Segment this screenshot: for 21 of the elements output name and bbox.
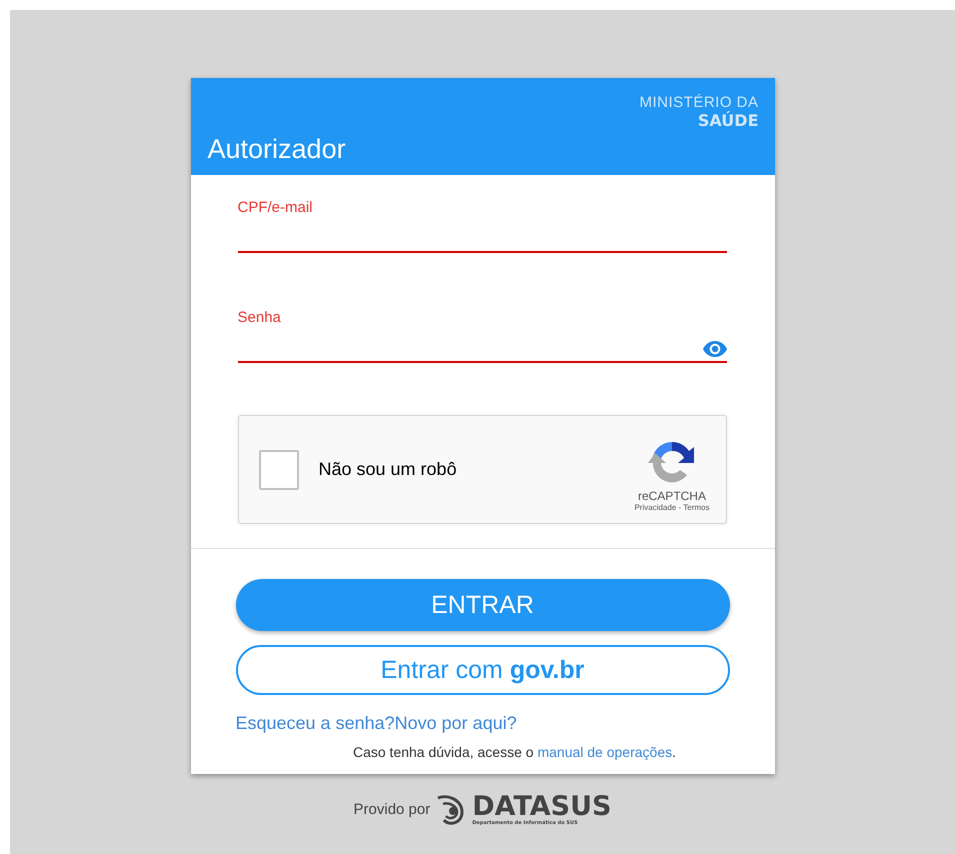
signup-link[interactable]: Novo por aqui?: [394, 713, 517, 734]
captcha-label: Não sou um robô: [318, 459, 458, 480]
forgot-password-link[interactable]: Esqueceu a senha?: [236, 713, 395, 734]
govbr-login-button[interactable]: Entrar com gov.br: [236, 645, 730, 695]
login-button[interactable]: ENTRAR: [236, 579, 730, 631]
text-field[interactable]: CPF/e-mail: [238, 199, 726, 253]
recaptcha-logo-icon: [648, 439, 696, 485]
ministry-name: MINISTÉRIO DA: [639, 94, 758, 111]
captcha-terms[interactable]: Privacidade - Termos: [634, 503, 710, 512]
manual-link[interactable]: manual de operações: [537, 744, 672, 760]
password-field[interactable]: Senha: [238, 309, 726, 363]
captcha-checkbox[interactable]: [258, 450, 298, 490]
field-label: CPF/e-mail: [238, 199, 313, 216]
ministry-name: SAÚDE: [698, 111, 758, 130]
provided-by-text: Provido por: [354, 800, 430, 818]
help-text: Caso tenha dúvida, acesse o manual de operações.: [352, 743, 677, 762]
datasus-logo-text: DATASUS: [472, 792, 612, 820]
eye-icon[interactable]: [702, 341, 726, 357]
field-label: Senha: [238, 309, 281, 326]
app-title: Autorizador: [208, 134, 346, 165]
recaptcha-brand: reCAPTCHA: [638, 489, 706, 503]
